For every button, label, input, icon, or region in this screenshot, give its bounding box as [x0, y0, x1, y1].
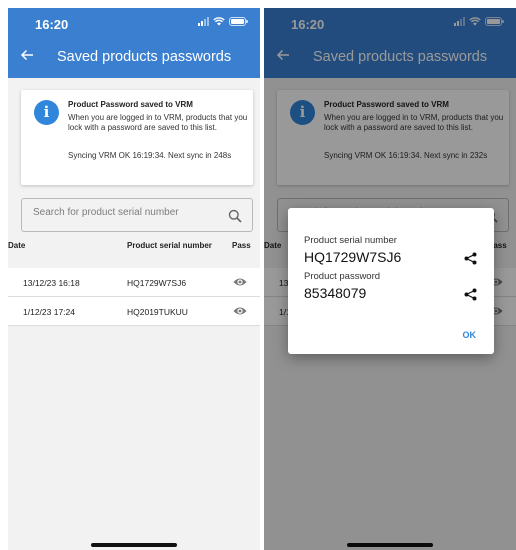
- phone-screen-dialog: 16:20 Saved products passwords i Product…: [264, 8, 516, 550]
- info-icon: i: [34, 100, 59, 125]
- search-icon[interactable]: [228, 209, 242, 223]
- home-indicator[interactable]: [91, 543, 177, 547]
- phone-screen-list: 16:20 Saved products passwords i Product…: [8, 8, 260, 550]
- search-field[interactable]: [21, 198, 253, 232]
- status-bar: 16:20: [8, 8, 260, 36]
- row-serial: HQ1729W7SJ6: [127, 278, 187, 288]
- password-dialog: Product serial number HQ1729W7SJ6 Produc…: [288, 208, 494, 354]
- dialog-password-value: 85348079: [304, 285, 367, 301]
- search-input[interactable]: [33, 207, 213, 218]
- dialog-password-label: Product password: [304, 271, 381, 282]
- table-row[interactable]: 13/12/23 16:18 HQ1729W7SJ6: [8, 268, 260, 297]
- column-header-password: Pass: [232, 241, 251, 250]
- share-icon[interactable]: [464, 252, 477, 265]
- share-icon[interactable]: [464, 288, 477, 301]
- status-icons: [198, 17, 248, 26]
- battery-icon: [229, 17, 248, 26]
- info-card: i Product Password saved to VRM When you…: [21, 90, 253, 185]
- app-bar: 16:20 Saved products passwords: [8, 8, 260, 78]
- eye-icon[interactable]: [233, 276, 247, 288]
- table-row[interactable]: 1/12/23 17:24 HQ2019TUKUU: [8, 297, 260, 326]
- row-date: 13/12/23 16:18: [23, 278, 80, 288]
- page-title: Saved products passwords: [57, 49, 232, 65]
- info-title: Product Password saved to VRM: [68, 100, 193, 109]
- column-header-serial: Product serial number: [127, 241, 212, 250]
- table-header: Date Product serial number Pass: [8, 241, 260, 263]
- column-header-date: Date: [8, 241, 26, 250]
- dialog-serial-label: Product serial number: [304, 235, 397, 246]
- back-arrow-icon[interactable]: [20, 48, 34, 62]
- row-serial: HQ2019TUKUU: [127, 307, 188, 317]
- row-date: 1/12/23 17:24: [23, 307, 75, 317]
- ok-button[interactable]: OK: [463, 330, 477, 340]
- eye-icon[interactable]: [233, 305, 247, 317]
- signal-icon: [198, 17, 209, 26]
- info-sync-status: Syncing VRM OK 16:19:34. Next sync in 24…: [68, 151, 232, 160]
- screenshot-pair: 16:20 Saved products passwords i Product…: [0, 0, 516, 550]
- status-time: 16:20: [35, 17, 69, 32]
- wifi-icon: [213, 17, 225, 26]
- product-list: 13/12/23 16:18 HQ1729W7SJ6 1/12/23 17:24…: [8, 268, 260, 326]
- dialog-serial-value: HQ1729W7SJ6: [304, 249, 402, 265]
- info-body: When you are logged in to VRM, products …: [68, 113, 248, 132]
